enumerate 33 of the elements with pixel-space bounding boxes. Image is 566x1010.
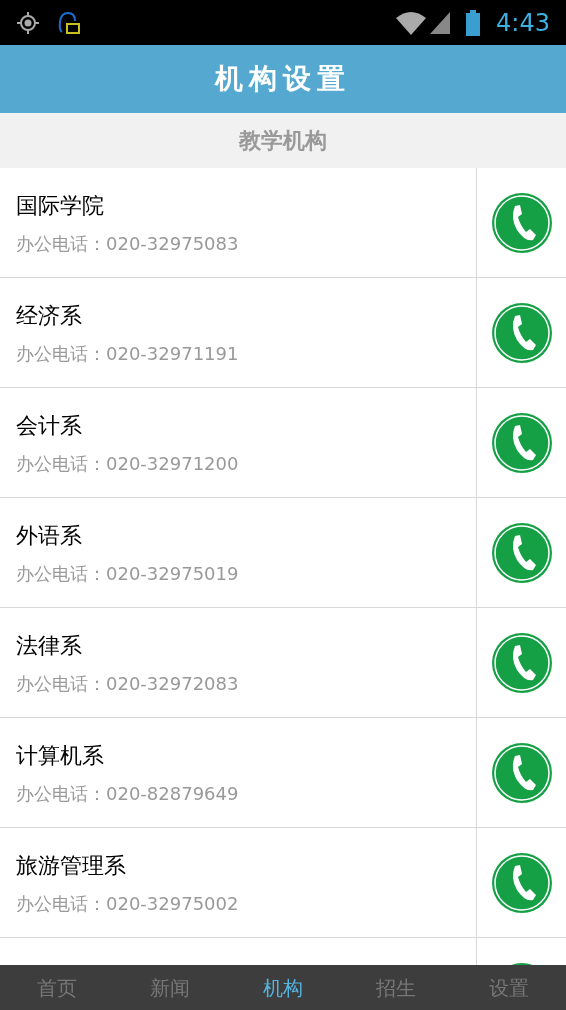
- battery-icon: [466, 9, 481, 36]
- department-name: 外语系: [16, 521, 83, 550]
- phone-icon[interactable]: [490, 191, 553, 254]
- office-phone: 办公电话：020-32975002: [16, 891, 240, 916]
- nav-tab[interactable]: 设置: [452, 965, 566, 1010]
- phone-icon[interactable]: [490, 631, 553, 694]
- location-icon: [16, 10, 40, 35]
- department-name: 会计系: [16, 411, 83, 440]
- office-phone: 办公电话：020-32975019: [16, 561, 240, 586]
- nav-tab[interactable]: 招生: [339, 965, 453, 1010]
- nav-tab[interactable]: 机构: [226, 965, 340, 1010]
- nav-tab[interactable]: 新闻: [113, 965, 227, 1010]
- office-phone: 办公电话：020-32971200: [16, 451, 240, 476]
- department-name: 法律系: [16, 631, 83, 660]
- nav-tab[interactable]: 首页: [0, 965, 114, 1010]
- office-phone: 办公电话：020-32975083: [16, 231, 240, 256]
- status-time: 4:43: [496, 7, 550, 39]
- section-title: 教学机构: [239, 127, 327, 155]
- office-phone: 办公电话：020-32971191: [16, 341, 240, 366]
- phone-icon[interactable]: [490, 301, 553, 364]
- phone-icon[interactable]: [490, 411, 553, 474]
- wifi-icon: [396, 10, 427, 35]
- phone-icon[interactable]: [490, 521, 553, 584]
- department-name: 国际学院: [16, 191, 105, 220]
- phone-icon[interactable]: [490, 741, 553, 804]
- office-phone: 办公电话：020-32972083: [16, 671, 240, 696]
- office-phone: 办公电话：020-82879649: [16, 781, 240, 806]
- signal-icon: [430, 11, 451, 34]
- page-title: 机构设置: [215, 61, 351, 97]
- department-name: 旅游管理系: [16, 851, 127, 880]
- department-name: 经济系: [16, 301, 83, 330]
- phone-icon[interactable]: [490, 851, 553, 914]
- department-name: 计算机系: [16, 741, 105, 770]
